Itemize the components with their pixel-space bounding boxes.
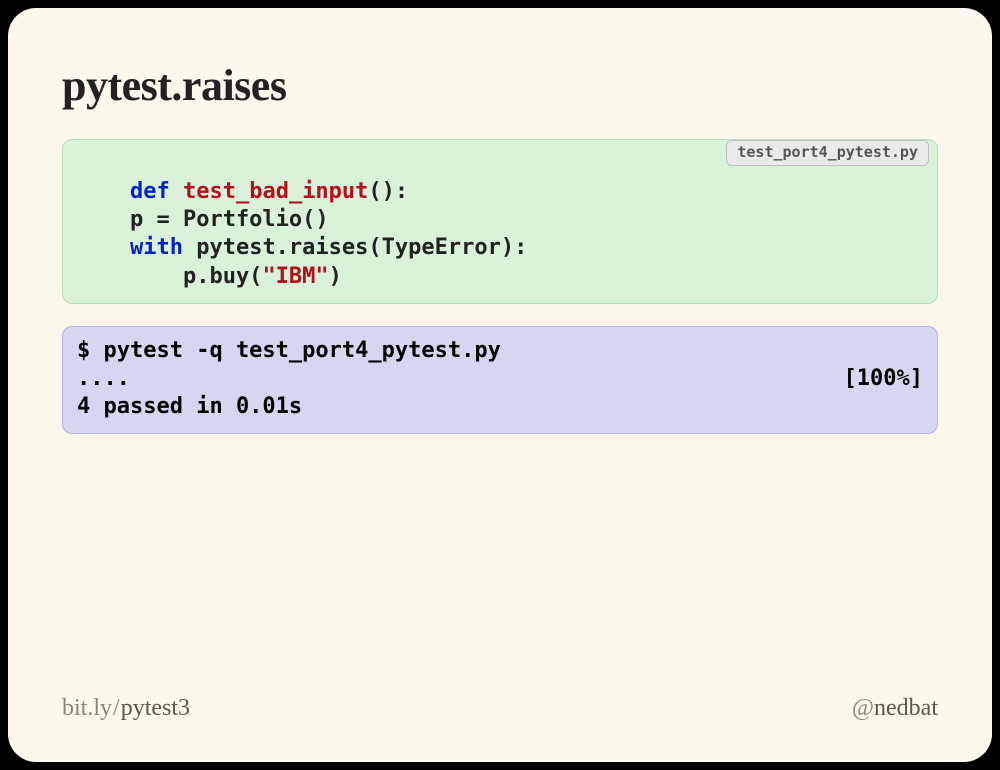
filename-tab: test_port4_pytest.py: [726, 140, 929, 166]
token-keyword-def: def: [130, 179, 170, 204]
footer-right-name: nedbat: [874, 695, 938, 721]
token-keyword-with: with: [130, 235, 183, 260]
footer-right-at: @: [852, 695, 874, 721]
slide-title: pytest.raises: [62, 60, 938, 111]
shell-command: $ pytest -q test_port4_pytest.py: [77, 338, 501, 363]
code-block-shell: $ pytest -q test_port4_pytest.py .... [10…: [62, 326, 938, 434]
code-line-4-post: ): [329, 264, 342, 289]
footer-left-suffix: pytest3: [121, 695, 190, 721]
token-raises-call: pytest.raises(TypeError):: [183, 235, 527, 260]
spacer: [62, 456, 938, 695]
code-line-2: p = Portfolio(): [77, 207, 329, 232]
code-line-4-pre: p.buy(: [77, 264, 262, 289]
token-parens: ():: [368, 179, 408, 204]
shell-output-percent: [100%]: [844, 365, 923, 393]
footer-left-slash: /: [113, 695, 120, 721]
token-function-name: test_bad_input: [183, 179, 368, 204]
shell-output-summary: 4 passed in 0.01s: [77, 394, 302, 419]
slide: pytest.raises test_port4_pytest.pydef te…: [8, 8, 992, 762]
token-string-ibm: "IBM": [262, 264, 328, 289]
footer-left-prefix: bit.ly: [62, 695, 112, 721]
code-block-python: test_port4_pytest.pydef test_bad_input()…: [62, 139, 938, 304]
slide-footer: bit.ly/pytest3 @nedbat: [62, 695, 938, 722]
shell-output-dots: ....: [77, 365, 130, 393]
shell-output-progress: .... [100%]: [77, 365, 923, 393]
footer-left: bit.ly/pytest3: [62, 695, 190, 722]
footer-right: @nedbat: [852, 695, 938, 722]
